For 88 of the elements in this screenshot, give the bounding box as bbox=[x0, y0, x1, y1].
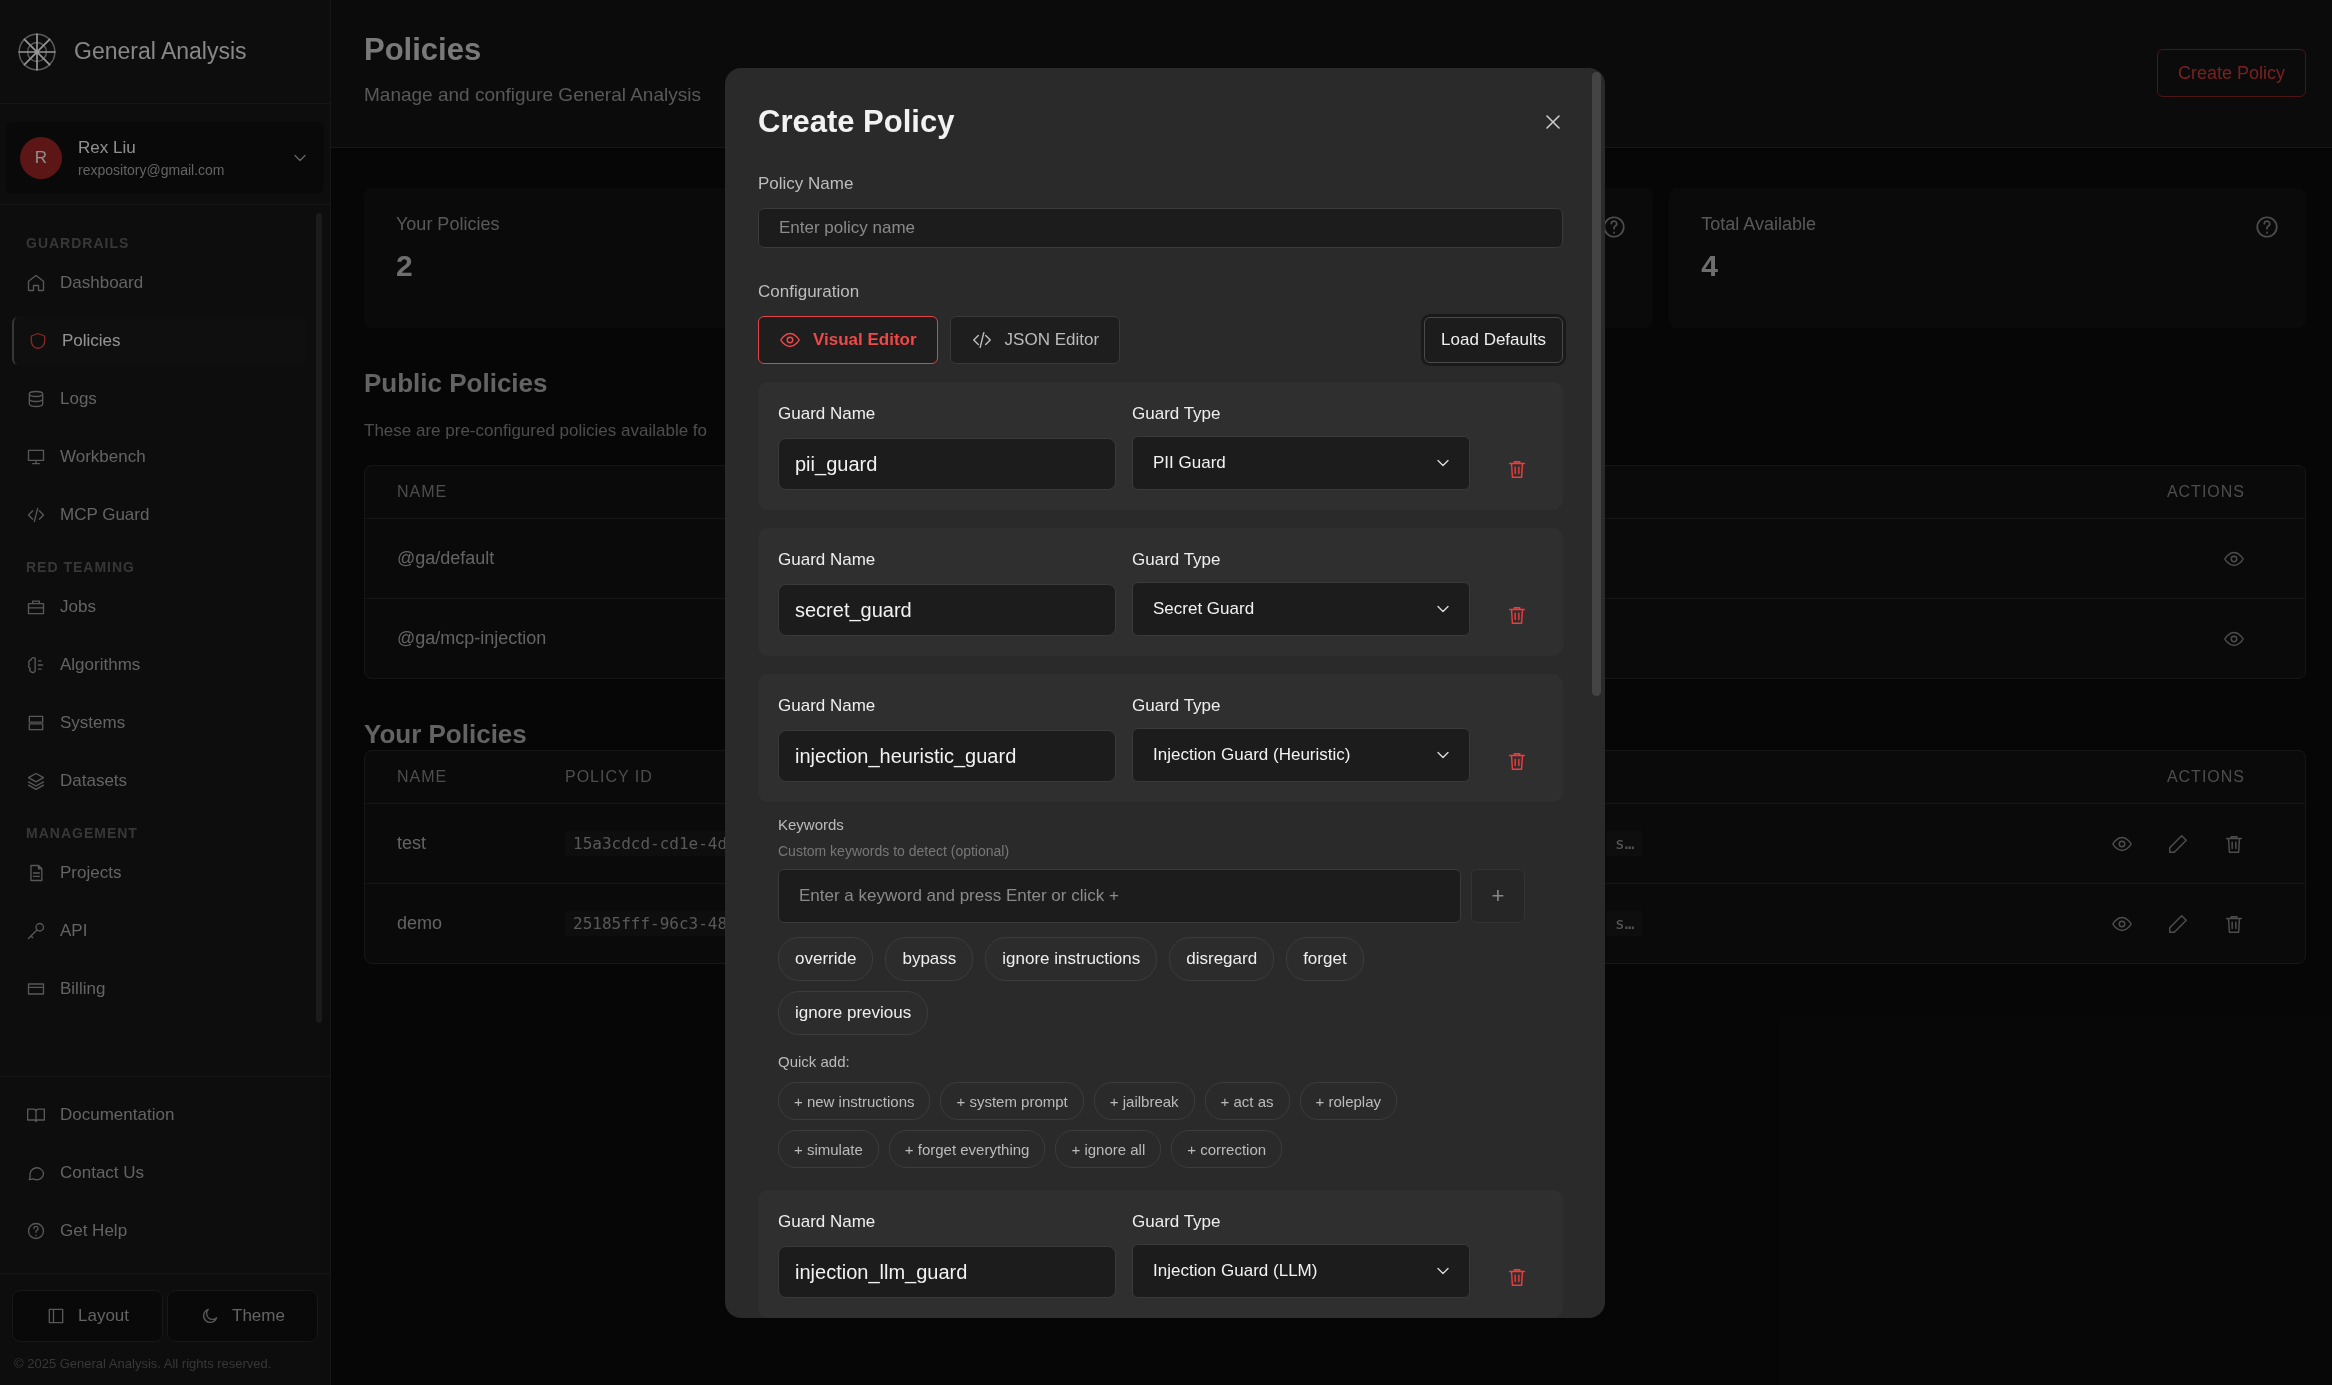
user-menu[interactable]: R Rex Liu rexpository@gmail.com bbox=[6, 122, 324, 194]
keyword-chip[interactable]: disregard bbox=[1169, 937, 1275, 981]
home-icon bbox=[26, 273, 46, 293]
table-cell-text: demo bbox=[397, 913, 444, 934]
avatar: R bbox=[20, 137, 62, 179]
section-heading: Public Policies bbox=[364, 368, 548, 399]
keyword-chip[interactable]: forget bbox=[1286, 937, 1364, 981]
brand-name: General Analysis bbox=[74, 38, 247, 65]
keyword-chip[interactable]: ignore previous bbox=[778, 991, 929, 1035]
delete-icon[interactable] bbox=[1506, 458, 1528, 480]
table-cell: s… bbox=[1607, 831, 1643, 856]
table-cell-text: @ga/default bbox=[397, 548, 496, 569]
user-name: Rex Liu bbox=[78, 138, 137, 158]
key-icon bbox=[26, 921, 46, 941]
editor-tab[interactable]: Visual Editor bbox=[758, 316, 938, 364]
page-subtitle: Manage and configure General Analysis bbox=[364, 84, 701, 106]
edit-icon[interactable] bbox=[2167, 832, 2189, 855]
quick-add-chip[interactable]: + correction bbox=[1171, 1130, 1283, 1168]
shield-icon bbox=[28, 331, 48, 351]
help-icon bbox=[26, 1221, 46, 1241]
column-header: ACTIONS bbox=[2166, 483, 2245, 501]
guard-type-select[interactable]: Secret Guard bbox=[1132, 582, 1470, 636]
column-header: ACTIONS bbox=[2166, 768, 2245, 786]
guard-type-select[interactable]: Injection Guard (LLM) bbox=[1132, 1244, 1470, 1298]
code-icon bbox=[970, 329, 993, 351]
quick-add-chip[interactable]: + jailbreak bbox=[1093, 1082, 1195, 1120]
field-label: Guard Type bbox=[1132, 404, 1221, 424]
page-title: Policies bbox=[364, 32, 483, 68]
field-label: Guard Name bbox=[778, 1212, 876, 1232]
server-icon bbox=[26, 713, 46, 733]
editor-tab[interactable]: JSON Editor bbox=[949, 316, 1121, 364]
delete-icon[interactable] bbox=[1506, 604, 1528, 626]
layers-icon bbox=[26, 771, 46, 791]
field-label: Quick add: bbox=[778, 1053, 850, 1070]
dialog-title: Create Policy bbox=[758, 104, 955, 140]
quick-add-chip[interactable]: + ignore all bbox=[1055, 1130, 1162, 1168]
database-icon bbox=[26, 389, 46, 409]
user-email: rexpository@gmail.com bbox=[78, 162, 226, 178]
field-label: Keywords bbox=[778, 816, 844, 833]
quick-add-chip[interactable]: + system prompt bbox=[940, 1082, 1084, 1120]
guard-name-field[interactable]: injection_llm_guard bbox=[778, 1246, 1116, 1298]
section-heading: Your Policies bbox=[364, 719, 527, 750]
guard-name-field[interactable]: injection_heuristic_guard bbox=[778, 730, 1116, 782]
quick-add-chip[interactable]: + roleplay bbox=[1299, 1082, 1397, 1120]
scrollbar[interactable] bbox=[1592, 72, 1601, 696]
field-label: Guard Name bbox=[778, 404, 876, 424]
guard-name-field[interactable]: pii_guard bbox=[778, 438, 1116, 490]
section-description: These are pre-configured policies available fo bbox=[364, 421, 709, 441]
field-label: Configuration bbox=[758, 282, 860, 302]
brain-icon bbox=[26, 655, 46, 675]
monitor-icon bbox=[26, 447, 46, 467]
quick-add-chip[interactable]: + simulate bbox=[778, 1130, 879, 1168]
field-label: Policy Name bbox=[758, 174, 854, 194]
delete-icon[interactable] bbox=[1506, 1266, 1528, 1288]
column-header: NAME bbox=[397, 768, 449, 786]
table-cell: s… bbox=[1607, 911, 1643, 936]
keyword-chip[interactable]: ignore instructions bbox=[985, 937, 1158, 981]
stat-label: Your Policies bbox=[396, 214, 500, 235]
code-icon bbox=[26, 505, 46, 525]
policy-name-field[interactable]: Enter policy name bbox=[758, 208, 1563, 248]
quick-add-chip[interactable]: + act as bbox=[1204, 1082, 1290, 1120]
add-keyword-button[interactable]: + bbox=[1471, 869, 1525, 923]
field-label: Guard Name bbox=[778, 696, 876, 716]
stat-value: 2 bbox=[396, 249, 414, 283]
field-label: Guard Type bbox=[1132, 550, 1221, 570]
field-hint: Custom keywords to detect (optional) bbox=[778, 843, 1010, 859]
help-icon[interactable] bbox=[2254, 214, 2280, 240]
stat-value: 4 bbox=[1701, 249, 1719, 283]
edit-icon[interactable] bbox=[2167, 912, 2189, 935]
load-defaults-button[interactable]: Load Defaults bbox=[1424, 317, 1563, 363]
keyword-chip[interactable]: bypass bbox=[885, 937, 974, 981]
field-label: Guard Type bbox=[1132, 696, 1221, 716]
column-header: NAME bbox=[397, 483, 449, 501]
column-header: POLICY ID bbox=[565, 768, 654, 786]
table-cell-text: test bbox=[397, 833, 427, 854]
quick-add-chip[interactable]: + new instructions bbox=[778, 1082, 931, 1120]
field-label: Guard Name bbox=[778, 550, 876, 570]
field-label: Guard Type bbox=[1132, 1212, 1221, 1232]
guard-type-select[interactable]: Injection Guard (Heuristic) bbox=[1132, 728, 1470, 782]
keyword-chip[interactable]: override bbox=[778, 937, 874, 981]
guard-type-select[interactable]: PII Guard bbox=[1132, 436, 1470, 490]
stat-label: Total Available bbox=[1701, 214, 1817, 235]
guard-name-field[interactable]: secret_guard bbox=[778, 584, 1116, 636]
quick-add-chip[interactable]: + forget everything bbox=[888, 1130, 1046, 1168]
logo-icon bbox=[16, 30, 58, 73]
delete-icon[interactable] bbox=[1506, 750, 1528, 772]
keyword-field[interactable]: Enter a keyword and press Enter or click + bbox=[778, 869, 1461, 923]
table-cell-text: @ga/mcp-injection bbox=[397, 628, 548, 649]
